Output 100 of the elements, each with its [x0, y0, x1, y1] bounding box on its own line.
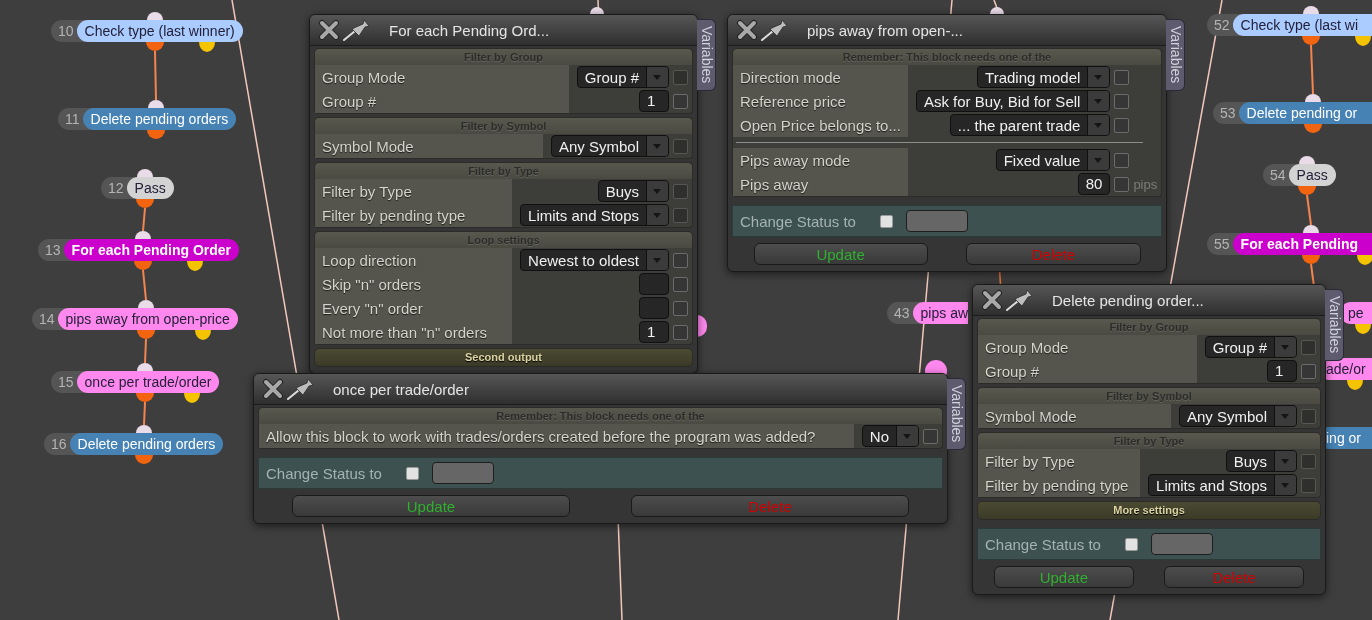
block-label[interactable]: Pass	[126, 177, 174, 199]
checkbox[interactable]	[923, 428, 938, 444]
block-label[interactable]: Delete pending orders	[69, 433, 224, 455]
output-port-icon[interactable]	[1302, 255, 1320, 264]
input-port-icon[interactable]	[136, 425, 152, 433]
dropdown[interactable]: No	[861, 425, 919, 447]
input-port-icon[interactable]	[1305, 94, 1321, 102]
block-label[interactable]: Delete pending orders	[82, 108, 237, 130]
checkbox[interactable]	[1124, 537, 1138, 551]
input-port-icon[interactable]	[990, 7, 1004, 14]
close-icon[interactable]	[736, 19, 758, 41]
output-port-icon[interactable]	[1304, 124, 1322, 133]
secondary-port-icon[interactable]	[199, 42, 215, 52]
input-port-icon[interactable]	[138, 300, 154, 308]
input-port-icon[interactable]	[135, 231, 151, 239]
checkbox[interactable]	[1114, 93, 1130, 109]
input-port-icon[interactable]	[137, 169, 153, 177]
output-port-icon[interactable]	[134, 261, 152, 270]
dropdown[interactable]: ... the parent trade	[949, 114, 1111, 136]
dropdown[interactable]: Any Symbol	[550, 135, 669, 157]
dropdown[interactable]: Trading model	[977, 66, 1111, 88]
dropdown[interactable]: Buys	[597, 180, 669, 202]
number-field[interactable]: 1	[639, 90, 669, 112]
update-button[interactable]: Update	[292, 495, 570, 517]
number-field[interactable]	[639, 273, 669, 295]
dropdown[interactable]: Limits and Stops	[520, 204, 669, 226]
pin-icon[interactable]	[761, 19, 789, 41]
close-icon[interactable]	[981, 289, 1003, 311]
block-label[interactable]: Pass	[1288, 164, 1336, 186]
secondary-port-icon[interactable]	[1355, 36, 1371, 46]
dropdown[interactable]: Fixed value	[995, 149, 1111, 171]
input-port-icon[interactable]	[147, 12, 163, 20]
block-label[interactable]: pips aw	[912, 302, 969, 324]
dropdown[interactable]: Buys	[1225, 450, 1297, 472]
output-port-icon[interactable]	[136, 199, 154, 208]
update-button[interactable]: Update	[753, 243, 928, 265]
output-port-icon[interactable]	[1298, 186, 1316, 195]
checkbox[interactable]	[673, 93, 688, 109]
number-field[interactable]	[639, 297, 669, 319]
section-header[interactable]: More settings	[977, 501, 1321, 520]
input-port-icon[interactable]	[1303, 225, 1319, 233]
output-port-icon[interactable]	[147, 130, 165, 139]
checkbox[interactable]	[405, 466, 419, 480]
output-port-icon[interactable]	[146, 42, 164, 51]
secondary-port-icon[interactable]	[1355, 324, 1371, 334]
checkbox[interactable]	[673, 276, 688, 292]
checkbox[interactable]	[1114, 152, 1130, 168]
secondary-port-icon[interactable]	[184, 393, 200, 403]
status-field[interactable]	[431, 462, 494, 484]
dropdown[interactable]: Group #	[576, 66, 669, 88]
dropdown[interactable]: Limits and Stops	[1148, 474, 1297, 496]
dropdown[interactable]: Ask for Buy, Bid for Sell	[915, 90, 1111, 112]
secondary-port-icon[interactable]	[195, 330, 211, 340]
checkbox[interactable]	[673, 300, 688, 316]
block-label[interactable]: once per trade/order	[76, 371, 220, 393]
update-button[interactable]: Update	[994, 566, 1134, 588]
checkbox[interactable]	[1114, 69, 1130, 85]
number-field[interactable]: 80	[1077, 173, 1111, 195]
status-field[interactable]	[905, 210, 968, 232]
checkbox[interactable]	[1301, 363, 1316, 379]
secondary-port-icon[interactable]	[1357, 255, 1372, 265]
dropdown[interactable]: Group #	[1204, 336, 1297, 358]
pin-icon[interactable]	[1006, 289, 1034, 311]
number-field[interactable]: 1	[1267, 360, 1297, 382]
block-label[interactable]: For each Pending	[1232, 233, 1372, 255]
variables-tab[interactable]: Variables	[1166, 19, 1185, 91]
input-port-icon[interactable]	[137, 363, 153, 371]
dropdown[interactable]: Any Symbol	[1178, 405, 1297, 427]
pin-icon[interactable]	[287, 378, 315, 400]
block-label[interactable]: Check type (last winner)	[76, 20, 243, 42]
output-port-icon[interactable]	[136, 393, 154, 402]
input-port-icon[interactable]	[590, 7, 604, 14]
checkbox[interactable]	[1114, 117, 1130, 133]
block-label[interactable]: Check type (last wi	[1232, 14, 1372, 36]
window-title: For each Pending Ord...	[389, 21, 550, 39]
output-port-icon[interactable]	[1302, 36, 1320, 45]
close-icon[interactable]	[318, 19, 340, 41]
section-header[interactable]: Second output	[314, 348, 693, 367]
input-port-icon[interactable]	[148, 100, 164, 108]
secondary-port-icon[interactable]	[1347, 380, 1363, 390]
block-label[interactable]: For each Pending Order	[63, 239, 240, 261]
variables-tab[interactable]: Variables	[697, 19, 716, 91]
checkbox[interactable]	[673, 252, 688, 268]
checkbox[interactable]	[1114, 176, 1130, 192]
block-label[interactable]: pips away from open-price	[57, 308, 238, 330]
checkbox[interactable]	[673, 324, 688, 340]
pin-icon[interactable]	[343, 19, 371, 41]
output-port-icon[interactable]	[135, 455, 153, 464]
checkbox[interactable]	[879, 214, 893, 228]
output-port-icon[interactable]	[137, 330, 155, 339]
status-field[interactable]	[1150, 533, 1213, 555]
input-port-icon[interactable]	[1299, 156, 1315, 164]
input-port-icon[interactable]	[1303, 6, 1319, 14]
variables-tab[interactable]: Variables	[1325, 289, 1344, 361]
block-label[interactable]: Delete pending or	[1238, 102, 1372, 124]
number-field[interactable]: 1	[639, 321, 669, 343]
variables-tab[interactable]: Variables	[947, 378, 966, 450]
dropdown[interactable]: Newest to oldest	[520, 249, 669, 271]
close-icon[interactable]	[262, 378, 284, 400]
secondary-port-icon[interactable]	[187, 261, 203, 271]
